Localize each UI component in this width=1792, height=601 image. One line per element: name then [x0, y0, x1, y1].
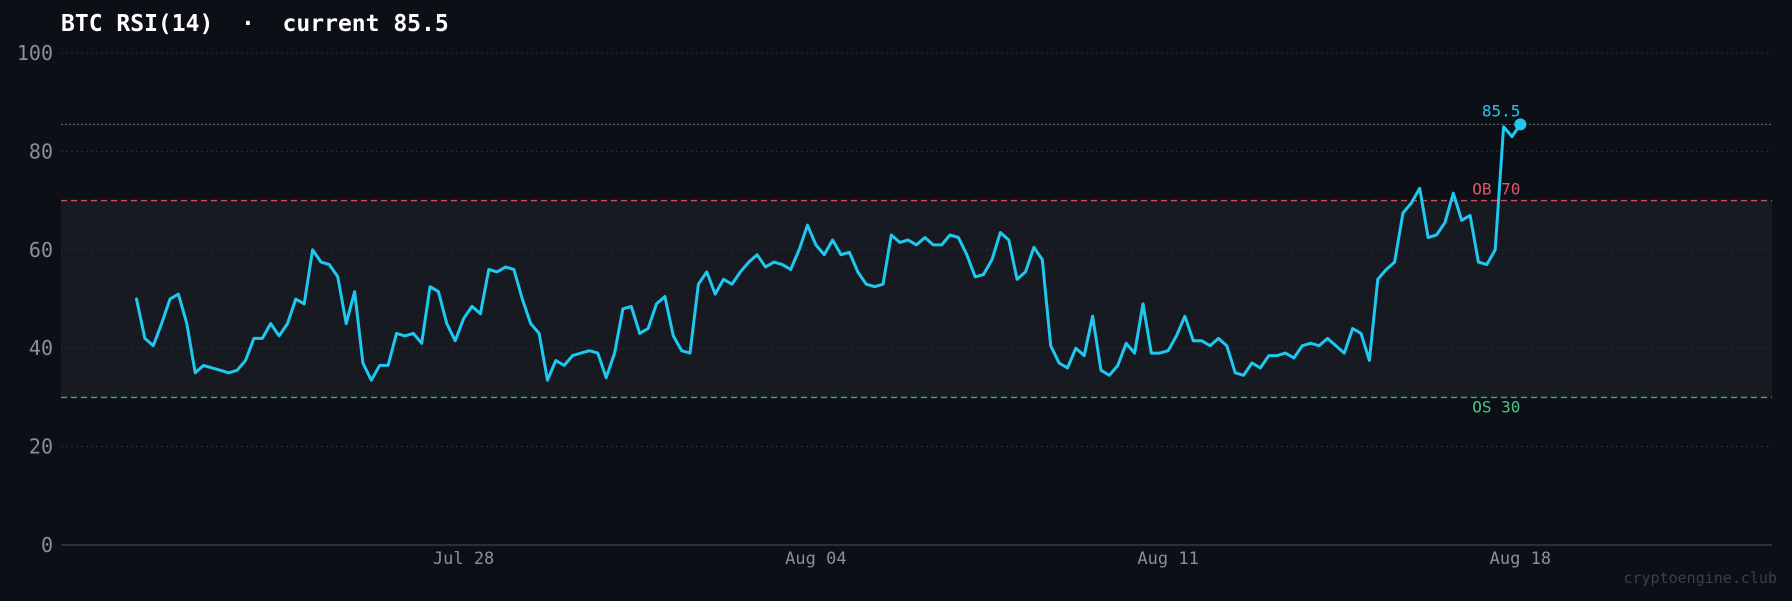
rsi-chart: 0 20 40 60 80 100 Jul 28 Aug 04 Aug 11 Aug 18 85… [0, 0, 1792, 601]
oversold-overbought-band [61, 200, 1772, 398]
x-tick-label: Aug 04 [785, 549, 846, 569]
y-tick-label: 0 [41, 533, 53, 557]
watermark: cryptoengine.club [1623, 569, 1777, 587]
y-tick-label: 20 [29, 435, 53, 459]
y-tick-label: 100 [17, 41, 53, 65]
overbought-label: OB 70 [1472, 180, 1520, 199]
y-tick-label: 60 [29, 238, 53, 262]
x-tick-label: Aug 11 [1137, 549, 1198, 569]
y-tick-label: 40 [29, 336, 53, 360]
rsi-chart-svg: 0 20 40 60 80 100 Jul 28 Aug 04 Aug 11 Aug 18 85… [17, 11, 1777, 587]
x-tick-label: Jul 28 [433, 549, 494, 569]
x-tick-label: Aug 18 [1490, 549, 1551, 569]
current-value-label: 85.5 [1482, 101, 1521, 120]
y-tick-label: 80 [29, 139, 53, 163]
oversold-label: OS 30 [1472, 397, 1520, 416]
chart-title: BTC RSI(14) · current 85.5 [61, 11, 449, 37]
y-axis: 0 20 40 60 80 100 [17, 41, 53, 557]
x-axis: Jul 28 Aug 04 Aug 11 Aug 18 [433, 549, 1551, 569]
